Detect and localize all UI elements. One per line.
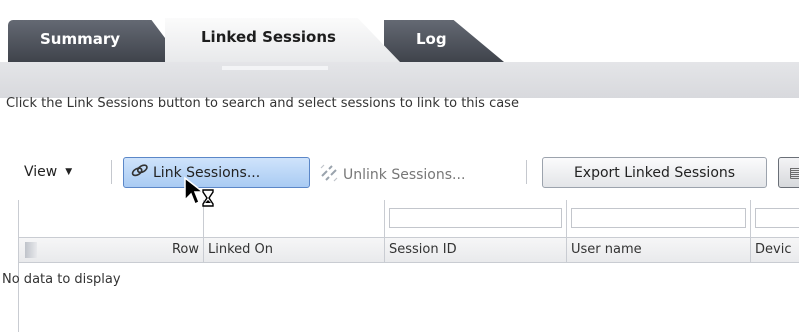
filter-cell-linked-on	[204, 200, 385, 237]
column-header-label: Row	[171, 242, 199, 257]
tab-log-label: Log	[416, 30, 447, 48]
session-id-filter-input[interactable]	[389, 208, 562, 228]
column-header-linked-on[interactable]: Linked On	[204, 238, 385, 262]
unlink-sessions-label: Unlink Sessions...	[343, 167, 466, 183]
device-filter-input[interactable]	[755, 208, 799, 228]
filter-cell-session-id	[385, 200, 567, 237]
tab-linked-sessions[interactable]: Linked Sessions	[165, 18, 400, 62]
unlink-icon	[320, 164, 338, 186]
tab-content-header	[0, 62, 799, 98]
column-header-row[interactable]: Row	[19, 238, 204, 262]
empty-table-message: No data to display	[2, 272, 121, 287]
filter-cell-row	[19, 200, 204, 237]
tab-log[interactable]: Log	[384, 20, 504, 62]
linked-sessions-table: Row Linked On Session ID User name Devic…	[2, 200, 799, 332]
view-menu[interactable]: View ▼	[24, 164, 72, 180]
column-header-label: Linked On	[208, 242, 274, 257]
toolbar: View ▼ Link Sessions... Unlink Sessions.…	[0, 150, 799, 200]
filter-row	[19, 200, 799, 238]
unlink-sessions-button[interactable]: Unlink Sessions...	[320, 164, 465, 186]
chevron-down-icon: ▼	[65, 167, 73, 177]
column-header-label: Session ID	[389, 242, 457, 257]
column-header-label: User name	[571, 242, 642, 257]
toolbar-divider	[526, 160, 527, 184]
column-header-session-id[interactable]: Session ID	[385, 238, 567, 262]
row-handle-icon	[25, 242, 37, 258]
columns-button[interactable]: ▤	[778, 157, 799, 188]
active-tab-indicator	[222, 66, 328, 70]
tab-linked-sessions-label: Linked Sessions	[201, 28, 336, 46]
busy-cursor-icon	[183, 176, 217, 210]
column-header-device[interactable]: Devic	[751, 238, 799, 262]
table-header-row: Row Linked On Session ID User name Devic	[19, 238, 799, 263]
filter-cell-device	[751, 200, 799, 237]
instructions-text: Click the Link Sessions button to search…	[6, 96, 519, 111]
filter-cell-user-name	[567, 200, 751, 237]
toolbar-divider	[111, 160, 112, 184]
export-linked-sessions-label: Export Linked Sessions	[573, 164, 736, 181]
tab-summary-label: Summary	[40, 30, 121, 48]
link-icon	[127, 158, 154, 187]
columns-icon: ▤	[789, 164, 799, 181]
view-menu-label: View	[24, 164, 58, 180]
tab-strip: Summary Log Linked Sessions	[0, 0, 799, 62]
user-name-filter-input[interactable]	[571, 208, 746, 228]
export-linked-sessions-button[interactable]: Export Linked Sessions	[542, 157, 767, 188]
column-header-label: Devic	[755, 242, 792, 257]
column-header-user-name[interactable]: User name	[567, 238, 751, 262]
tab-summary[interactable]: Summary	[8, 20, 183, 62]
